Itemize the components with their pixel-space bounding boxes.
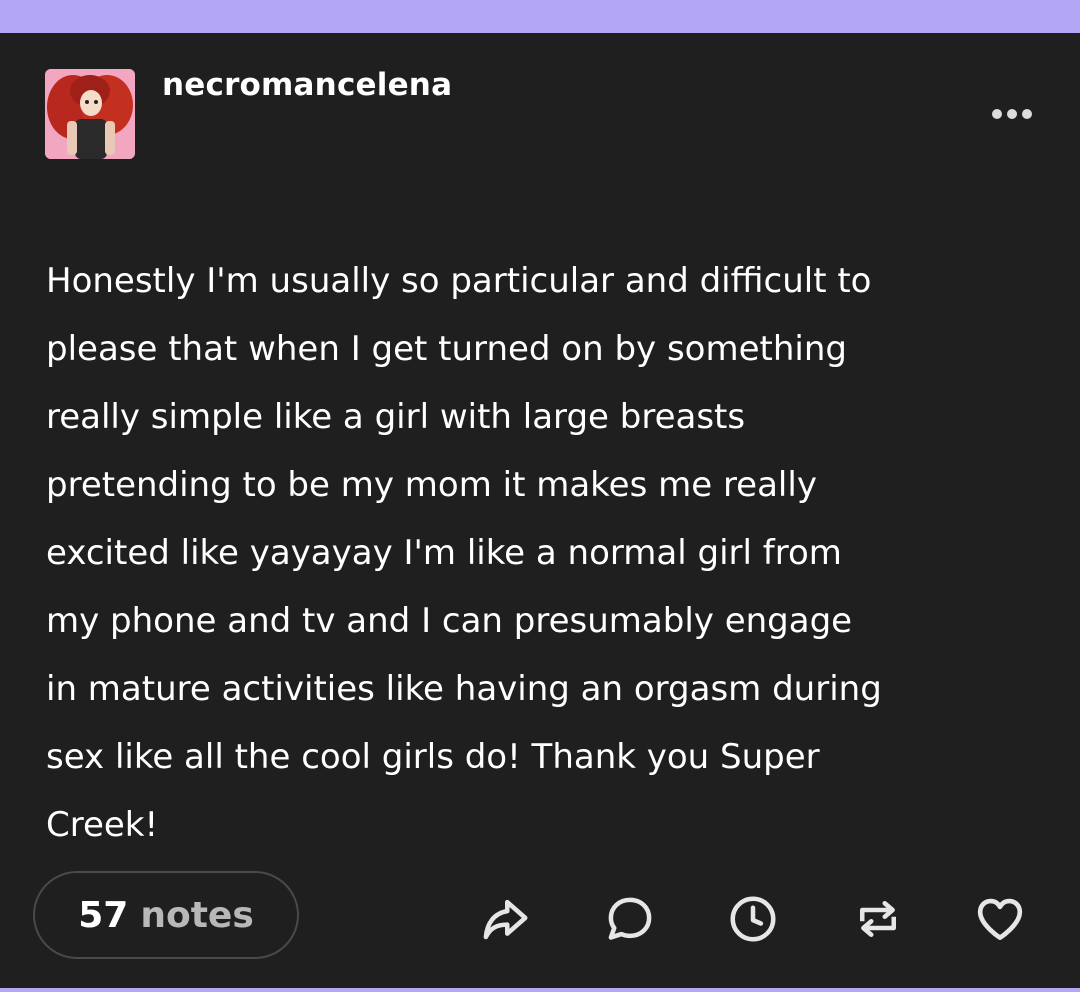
heart-icon bbox=[977, 898, 1023, 940]
reblog-icon bbox=[860, 901, 896, 937]
notes-button[interactable]: 57 notes bbox=[33, 871, 299, 959]
more-horizontal-icon-dot-1 bbox=[992, 109, 1002, 119]
like-button[interactable] bbox=[972, 891, 1028, 947]
post-body-line: sex like all the cool girls do! Thank yo… bbox=[46, 737, 820, 777]
notes-count: 57 bbox=[78, 894, 129, 936]
share-button[interactable] bbox=[477, 891, 533, 947]
post-body-line: really simple like a girl with large bre… bbox=[46, 397, 746, 437]
notes-label: notes bbox=[140, 894, 254, 936]
post-body-line: please that when I get turned on by some… bbox=[46, 329, 847, 369]
queue-button[interactable] bbox=[725, 891, 781, 947]
post-body-line: my phone and tv and I can presumably eng… bbox=[46, 601, 853, 641]
avatar[interactable] bbox=[45, 69, 135, 159]
avatar-image bbox=[45, 69, 135, 159]
post-body: Honestly I'm usually so particular and d… bbox=[46, 247, 1056, 859]
reblog-button[interactable] bbox=[850, 891, 906, 947]
username[interactable]: necromancelena bbox=[162, 67, 452, 103]
post-body-line: excited like yayayay I'm like a normal g… bbox=[46, 533, 842, 573]
share-icon bbox=[483, 899, 528, 940]
post-body-line: in mature activities like having an orga… bbox=[46, 669, 882, 709]
post-body-line: Honestly I'm usually so particular and d… bbox=[46, 261, 872, 301]
more-horizontal-icon-dot-2 bbox=[1007, 109, 1017, 119]
post-body-line: Creek! bbox=[46, 805, 159, 845]
post-body-line: pretending to be my mom it makes me real… bbox=[46, 465, 817, 505]
more-options-button[interactable] bbox=[982, 99, 1042, 129]
post-card: necromancelena Honestly I'm usually so p… bbox=[0, 33, 1080, 988]
more-horizontal-icon-dot-3 bbox=[1022, 109, 1032, 119]
reply-button[interactable] bbox=[602, 891, 658, 947]
clock-icon bbox=[730, 896, 776, 942]
reply-icon bbox=[608, 897, 652, 940]
